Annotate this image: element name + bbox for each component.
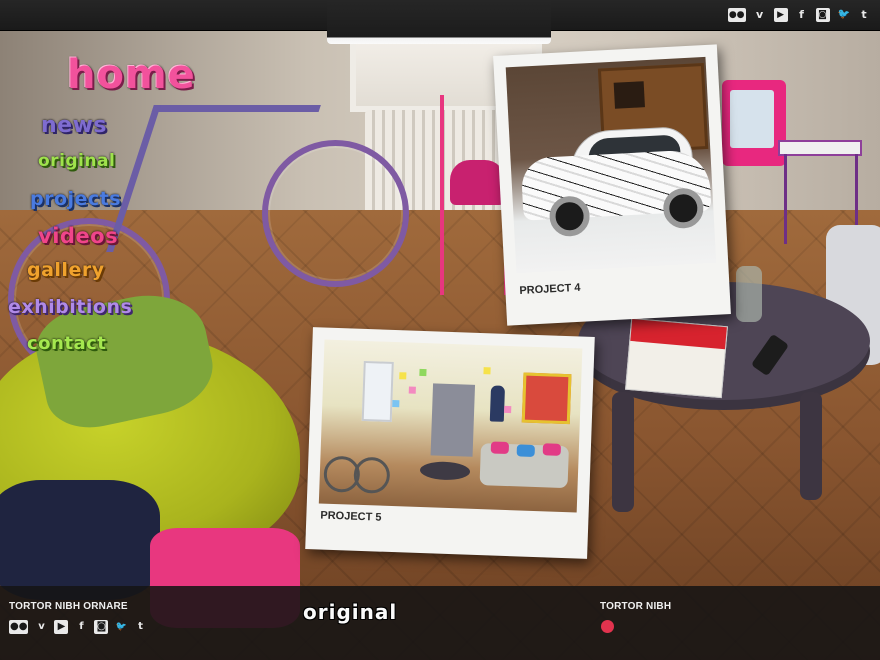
- instagram-icon[interactable]: ◙: [815, 8, 830, 22]
- glass-lamp: [736, 266, 762, 322]
- polaroid-caption: PROJECT 4: [519, 281, 581, 297]
- polaroid-caption: PROJECT 5: [320, 509, 382, 524]
- project-5-photo: [318, 339, 583, 513]
- tumblr-icon[interactable]: t: [858, 8, 870, 22]
- footer-indicator-dot[interactable]: [601, 620, 614, 633]
- project-4-photo: [505, 56, 717, 274]
- sticky-note: [408, 386, 416, 394]
- sticky-note: [399, 372, 407, 380]
- nav-exhibitions[interactable]: exhibitions: [8, 296, 132, 318]
- top-center-tab: [327, 0, 551, 44]
- room-photo-bike-wheel: [353, 456, 391, 494]
- top-social-links: ●● v ▶ f ◙ 🐦 t: [727, 8, 870, 22]
- youtube-icon[interactable]: ▶: [773, 8, 788, 22]
- magazine: [625, 317, 728, 399]
- footer: TORTOR NIBH ORNARE ●● v ▶ f ◙ 🐦 t origin…: [0, 586, 880, 660]
- nav-original[interactable]: original: [38, 151, 115, 171]
- background-room-photo: [0, 0, 880, 660]
- flickr-icon[interactable]: ●●: [727, 8, 746, 22]
- instagram-icon[interactable]: ◙: [94, 620, 109, 634]
- polaroid-project-4[interactable]: PROJECT 4: [493, 44, 731, 326]
- twitter-icon[interactable]: 🐦: [838, 8, 850, 22]
- sticky-note: [483, 367, 491, 375]
- nav-gallery[interactable]: gallery: [27, 259, 105, 281]
- vimeo-icon[interactable]: v: [754, 8, 766, 22]
- table-leg: [800, 392, 822, 500]
- footer-logo[interactable]: original: [303, 600, 397, 624]
- footer-left-title: TORTOR NIBH ORNARE: [9, 601, 128, 612]
- nav-news[interactable]: news: [41, 113, 107, 138]
- pink-chair-seat: [450, 160, 505, 205]
- nav-projects[interactable]: projects: [30, 188, 121, 210]
- twitter-icon[interactable]: 🐦: [115, 620, 127, 634]
- footer-right-title: TORTOR NIBH: [600, 601, 672, 612]
- flickr-icon[interactable]: ●●: [9, 620, 29, 634]
- facebook-icon[interactable]: f: [75, 620, 87, 634]
- room-photo-pillow: [490, 441, 510, 455]
- nav-home[interactable]: home: [67, 52, 196, 98]
- nav-videos[interactable]: videos: [38, 224, 118, 248]
- polaroid-project-5[interactable]: PROJECT 5: [305, 327, 595, 559]
- tumblr-icon[interactable]: t: [134, 620, 146, 634]
- pink-tv: [722, 80, 786, 166]
- sticky-note: [419, 368, 427, 377]
- room-photo-pillow: [542, 443, 562, 456]
- facebook-icon[interactable]: f: [796, 8, 808, 22]
- nav-contact[interactable]: contact: [27, 333, 106, 354]
- room-photo-pillow: [516, 444, 535, 457]
- youtube-icon[interactable]: ▶: [54, 620, 69, 634]
- room-photo-window: [361, 360, 394, 422]
- tv-screen: [730, 90, 774, 148]
- room-photo-curtain: [430, 383, 476, 457]
- room-photo-artwork: [521, 372, 572, 425]
- vimeo-icon[interactable]: v: [35, 620, 47, 634]
- sticky-note: [392, 399, 400, 408]
- navy-cushion: [0, 480, 160, 600]
- footer-social-links: ●● v ▶ f ◙ 🐦 t: [9, 620, 146, 634]
- table-leg: [612, 392, 634, 512]
- room-photo-table: [419, 460, 471, 481]
- sticky-note: [504, 405, 512, 414]
- room-photo-person: [489, 385, 506, 422]
